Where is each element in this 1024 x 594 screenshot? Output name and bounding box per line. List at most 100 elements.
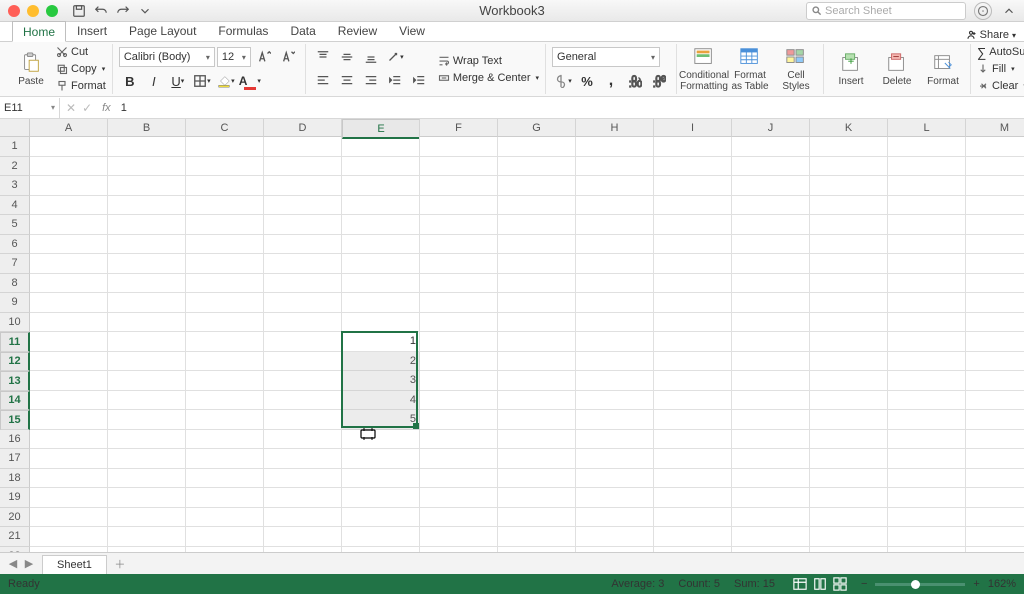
cell-B21[interactable] (108, 527, 186, 547)
cell-K1[interactable] (810, 137, 888, 157)
ribbon-collapse-icon[interactable] (1000, 2, 1018, 20)
conditional-formatting-button[interactable]: Conditional Formatting (683, 44, 725, 94)
col-header-J[interactable]: J (732, 119, 810, 137)
row-header-5[interactable]: 5 (0, 215, 30, 235)
cell-B22[interactable] (108, 547, 186, 553)
cell-K11[interactable] (810, 332, 888, 352)
cell-B12[interactable] (108, 352, 186, 372)
tab-formulas[interactable]: Formulas (207, 20, 279, 41)
cell-D15[interactable] (264, 410, 342, 430)
cell-M21[interactable] (966, 527, 1024, 547)
cell-D9[interactable] (264, 293, 342, 313)
cell-F20[interactable] (420, 508, 498, 528)
cell-J15[interactable] (732, 410, 810, 430)
row-header-6[interactable]: 6 (0, 235, 30, 255)
cell-grid[interactable]: 12345 (30, 137, 1024, 552)
cell-G2[interactable] (498, 157, 576, 177)
paste-button[interactable]: Paste (10, 44, 52, 94)
cell-J14[interactable] (732, 391, 810, 411)
cell-I3[interactable] (654, 176, 732, 196)
cell-L14[interactable] (888, 391, 966, 411)
cell-G19[interactable] (498, 488, 576, 508)
cell-M8[interactable] (966, 274, 1024, 294)
cell-E3[interactable] (342, 176, 420, 196)
row-header-13[interactable]: 13 (0, 371, 30, 391)
cell-F6[interactable] (420, 235, 498, 255)
row-header-21[interactable]: 21 (0, 527, 30, 547)
cell-E19[interactable] (342, 488, 420, 508)
zoom-out-button[interactable]: − (861, 578, 867, 590)
cell-E20[interactable] (342, 508, 420, 528)
cell-G3[interactable] (498, 176, 576, 196)
cell-L13[interactable] (888, 371, 966, 391)
cell-styles-button[interactable]: Cell Styles (775, 44, 817, 94)
cell-F15[interactable] (420, 410, 498, 430)
cell-L15[interactable] (888, 410, 966, 430)
align-bottom-icon[interactable] (360, 47, 382, 67)
number-format-select[interactable]: General▾ (552, 47, 660, 67)
cell-H3[interactable] (576, 176, 654, 196)
tab-review[interactable]: Review (327, 20, 388, 41)
cell-G15[interactable] (498, 410, 576, 430)
orientation-icon[interactable]: ▾ (384, 47, 406, 67)
cell-E15[interactable]: 5 (342, 410, 420, 430)
share-button[interactable]: Share ▾ (965, 29, 1016, 41)
cell-E13[interactable]: 3 (342, 371, 420, 391)
row-header-18[interactable]: 18 (0, 469, 30, 489)
cell-C13[interactable] (186, 371, 264, 391)
cell-I18[interactable] (654, 469, 732, 489)
comma-icon[interactable]: , (600, 71, 622, 91)
cell-E1[interactable] (342, 137, 420, 157)
decrease-decimal-icon[interactable]: .00.0 (648, 71, 670, 91)
cell-M16[interactable] (966, 430, 1024, 450)
row-header-16[interactable]: 16 (0, 430, 30, 450)
cell-B1[interactable] (108, 137, 186, 157)
cell-A22[interactable] (30, 547, 108, 553)
cell-J9[interactable] (732, 293, 810, 313)
cell-G13[interactable] (498, 371, 576, 391)
cell-K2[interactable] (810, 157, 888, 177)
cell-D18[interactable] (264, 469, 342, 489)
cell-G17[interactable] (498, 449, 576, 469)
cell-D11[interactable] (264, 332, 342, 352)
cell-F1[interactable] (420, 137, 498, 157)
cell-B6[interactable] (108, 235, 186, 255)
col-header-E[interactable]: E (342, 119, 420, 139)
cell-A16[interactable] (30, 430, 108, 450)
cell-J19[interactable] (732, 488, 810, 508)
cell-A20[interactable] (30, 508, 108, 528)
cell-J16[interactable] (732, 430, 810, 450)
cell-G5[interactable] (498, 215, 576, 235)
cell-M3[interactable] (966, 176, 1024, 196)
col-header-C[interactable]: C (186, 119, 264, 137)
fx-icon[interactable]: fx (98, 102, 115, 114)
cell-F10[interactable] (420, 313, 498, 333)
cell-L4[interactable] (888, 196, 966, 216)
cell-I22[interactable] (654, 547, 732, 553)
align-top-icon[interactable] (312, 47, 334, 67)
cell-L2[interactable] (888, 157, 966, 177)
cell-H1[interactable] (576, 137, 654, 157)
col-header-M[interactable]: M (966, 119, 1024, 137)
cell-B19[interactable] (108, 488, 186, 508)
align-left-icon[interactable] (312, 71, 334, 91)
cell-A13[interactable] (30, 371, 108, 391)
cell-M4[interactable] (966, 196, 1024, 216)
cell-A11[interactable] (30, 332, 108, 352)
row-header-8[interactable]: 8 (0, 274, 30, 294)
format-cells-button[interactable]: Format (922, 44, 964, 94)
cell-A12[interactable] (30, 352, 108, 372)
cell-K19[interactable] (810, 488, 888, 508)
zoom-level[interactable]: 162% (988, 578, 1016, 590)
page-break-view-icon[interactable] (833, 577, 847, 591)
cell-B5[interactable] (108, 215, 186, 235)
cell-D3[interactable] (264, 176, 342, 196)
cell-H18[interactable] (576, 469, 654, 489)
cell-E7[interactable] (342, 254, 420, 274)
row-header-22[interactable]: 22 (0, 547, 30, 553)
tab-page-layout[interactable]: Page Layout (118, 20, 207, 41)
cell-H17[interactable] (576, 449, 654, 469)
col-header-D[interactable]: D (264, 119, 342, 137)
tab-data[interactable]: Data (279, 20, 326, 41)
cell-I15[interactable] (654, 410, 732, 430)
